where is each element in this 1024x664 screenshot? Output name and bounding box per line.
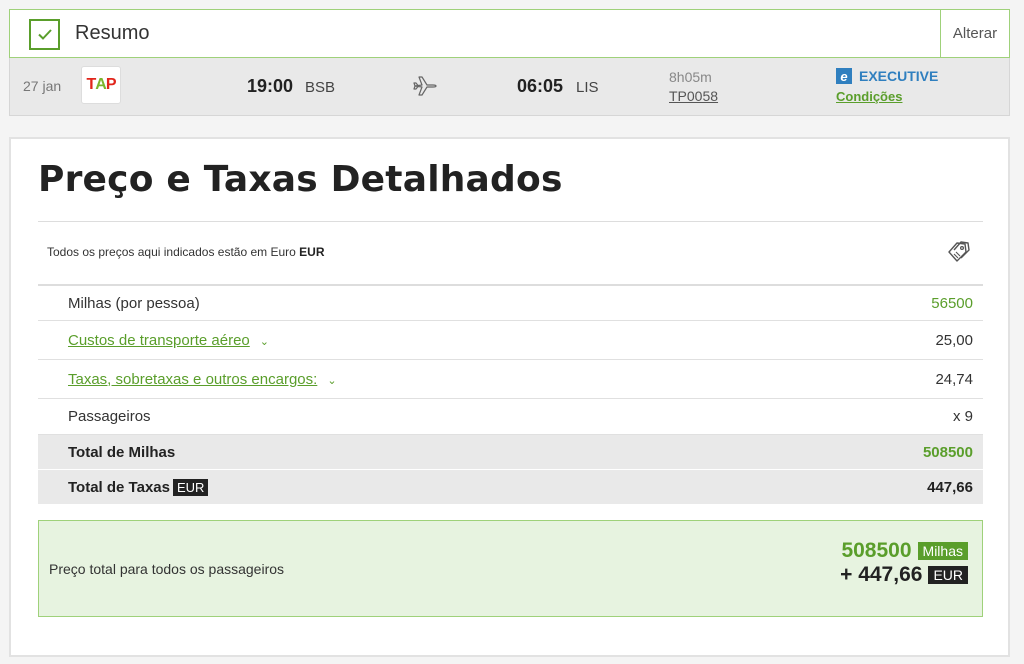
change-button[interactable]: Alterar [940,10,1009,57]
summary-title: Resumo [75,22,150,44]
arrival-time: 06:05 [517,76,564,96]
grand-total-miles: 508500 Milhas [841,539,968,563]
grand-total-box: Preço total para todos os passageiros 50… [38,520,983,617]
flight-date: 27 jan [23,78,62,94]
departure-airport: BSB [305,79,336,96]
miles-badge: Milhas [917,542,968,560]
air-transport-costs-link[interactable]: Custos de transporte aéreo [68,332,250,349]
row-value: 56500 [931,295,973,312]
total-taxes-label: Total de Taxas [68,478,170,496]
chevron-down-icon[interactable]: ⌄ [260,336,269,348]
taxes-surcharges-link[interactable]: Taxas, sobretaxas e outros encargos: [68,371,317,388]
row-value: 25,00 [935,331,973,349]
price-tags-icon [945,240,971,269]
row-value: x 9 [952,408,973,425]
flight-duration: 8h05m [669,69,712,85]
flight-number-link[interactable]: TP0058 [669,88,718,104]
page-title: Preço e Taxas Detalhados [38,159,563,200]
total-taxes-value: 447,66 [927,478,973,496]
total-miles-row: Total de Milhas 508500 [38,435,983,470]
executive-icon: e [836,68,852,84]
grand-total-miles-value: 508500 [841,539,912,562]
total-miles-label: Total de Milhas [68,443,176,461]
price-row-miles: Milhas (por pessoa) 56500 [38,287,983,321]
currency-badge: EUR [928,566,968,584]
chevron-down-icon[interactable]: ⌄ [327,375,336,387]
price-row-air-transport[interactable]: Custos de transporte aéreo ⌄ 25,00 [38,321,983,360]
row-label: Milhas (por pessoa) [68,295,200,312]
row-label: Passageiros [68,408,151,425]
conditions-link[interactable]: Condições [836,89,902,104]
departure-time: 19:00 [247,76,294,96]
airline-logo: TAP [81,66,121,104]
price-row-taxes[interactable]: Taxas, sobretaxas e outros encargos: ⌄ 24… [38,360,983,399]
flight-segment-row: 27 jan TAP 19:00 BSB 06:05 LIS 8h05m TP0… [9,58,1010,116]
arrival-airport: LIS [576,79,599,96]
divider [38,221,983,222]
grand-total-money-value: + 447,66 [840,563,923,586]
checkmark-icon [29,19,60,50]
total-miles-value: 508500 [922,443,973,461]
currency-note: Todos os preços aqui indicados estão em … [47,245,325,259]
row-value: 24,74 [935,370,973,388]
currency-badge: EUR [172,478,209,496]
grand-total-money: + 447,66 EUR [840,563,968,587]
total-taxes-row: Total de Taxas EUR 447,66 [38,470,983,505]
grand-total-label: Preço total para todos os passageiros [49,561,285,577]
cabin-class: e EXECUTIVE [836,68,938,84]
price-details-card: Preço e Taxas Detalhados Todos os preços… [9,137,1010,657]
cabin-class-label: EXECUTIVE [859,68,939,84]
price-row-passengers: Passageiros x 9 [38,399,983,435]
summary-header: Resumo Alterar [9,9,1010,58]
divider [38,284,983,286]
airplane-icon [413,75,437,102]
